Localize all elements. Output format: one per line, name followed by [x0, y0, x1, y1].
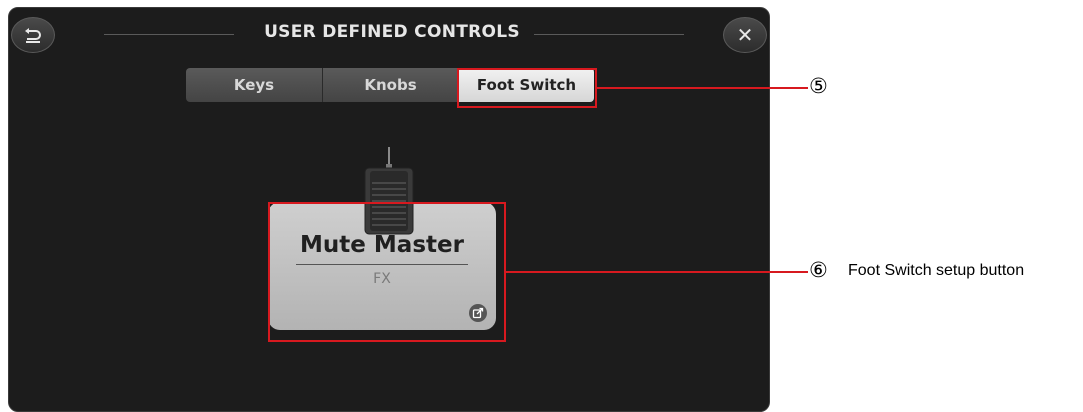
title-bar: USER DEFINED CONTROLS — [104, 22, 684, 44]
setup-button-highlight-box — [268, 202, 506, 342]
back-button[interactable] — [11, 17, 55, 53]
return-arrow-icon — [25, 28, 41, 43]
setup-button-callout-number: ⑥ — [809, 258, 828, 282]
setup-button-callout-text: Foot Switch setup button — [848, 262, 1025, 279]
close-button[interactable]: ✕ — [723, 17, 767, 53]
title-divider-right — [534, 34, 684, 35]
tab-highlight-box — [457, 68, 597, 108]
tab-knobs[interactable]: Knobs — [323, 68, 459, 102]
close-icon: ✕ — [736, 23, 754, 47]
page-title: USER DEFINED CONTROLS — [264, 22, 520, 42]
tab-callout-line — [597, 87, 808, 89]
tab-keys[interactable]: Keys — [186, 68, 323, 102]
title-divider-left — [104, 34, 234, 35]
setup-button-callout-line — [506, 271, 808, 273]
tab-callout-number: ⑤ — [809, 74, 828, 98]
